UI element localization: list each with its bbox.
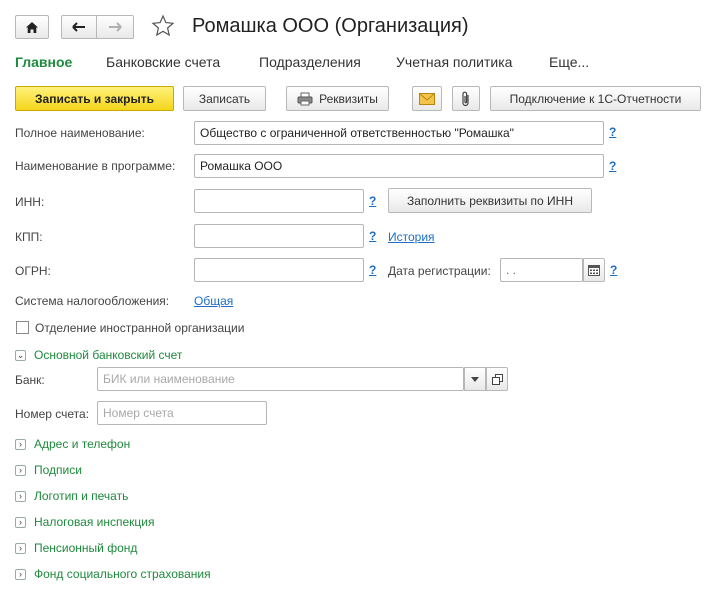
full-name-field[interactable]: Общество с ограниченной ответственностью… xyxy=(194,121,604,145)
tab-accounting-policy[interactable]: Учетная политика xyxy=(396,54,512,70)
registration-date-label: Дата регистрации: xyxy=(388,264,491,278)
account-number-input[interactable]: Номер счета xyxy=(97,401,267,425)
section-logo-stamp[interactable]: › Логотип и печать xyxy=(15,489,128,503)
kpp-label: КПП: xyxy=(15,230,43,244)
inn-help[interactable]: ? xyxy=(369,194,376,208)
section-social-insurance[interactable]: › Фонд социального страхования xyxy=(15,567,211,581)
chevron-down-icon: ⌄ xyxy=(15,349,26,361)
program-name-field[interactable]: Ромашка ООО xyxy=(194,154,604,178)
favorite-star-icon[interactable] xyxy=(151,14,175,41)
calendar-icon xyxy=(588,264,600,276)
connect-1c-reporting-button[interactable]: Подключение к 1С-Отчетности xyxy=(490,86,701,111)
inn-label: ИНН: xyxy=(15,195,45,209)
printer-icon xyxy=(297,92,313,105)
open-window-icon xyxy=(491,373,503,385)
ogrn-field[interactable] xyxy=(194,258,364,282)
section-tax-inspection[interactable]: › Налоговая инспекция xyxy=(15,515,155,529)
history-link[interactable]: История xyxy=(388,230,435,244)
tab-subdivisions[interactable]: Подразделения xyxy=(259,54,361,70)
section-title: Логотип и печать xyxy=(34,489,129,503)
tax-system-link[interactable]: Общая xyxy=(194,294,233,308)
kpp-field[interactable] xyxy=(194,224,364,248)
tab-bank-accounts[interactable]: Банковские счета xyxy=(106,54,220,70)
section-title: Адрес и телефон xyxy=(34,437,131,451)
back-button[interactable] xyxy=(61,15,96,39)
section-title: Пенсионный фонд xyxy=(34,541,138,555)
chevron-right-icon: › xyxy=(15,464,26,476)
page-title: Ромашка ООО (Организация) xyxy=(192,15,469,37)
arrow-right-icon xyxy=(109,22,122,32)
section-title: Фонд социального страхования xyxy=(34,567,211,581)
paperclip-icon xyxy=(462,91,469,106)
calendar-button[interactable] xyxy=(583,258,605,282)
section-pension-fund[interactable]: › Пенсионный фонд xyxy=(15,541,137,555)
tax-system-label: Система налогообложения: xyxy=(15,294,170,308)
program-name-help[interactable]: ? xyxy=(609,159,616,173)
ogrn-label: ОГРН: xyxy=(15,264,51,278)
save-and-close-button[interactable]: Записать и закрыть xyxy=(15,86,174,111)
bank-label: Банк: xyxy=(15,373,45,387)
tab-main[interactable]: Главное xyxy=(15,54,72,70)
bank-dropdown-button[interactable] xyxy=(464,367,486,391)
section-title: Подписи xyxy=(34,463,82,477)
section-title: Налоговая инспекция xyxy=(34,515,155,529)
fill-by-inn-button[interactable]: Заполнить реквизиты по ИНН xyxy=(388,188,592,213)
chevron-right-icon: › xyxy=(15,542,26,554)
home-icon xyxy=(26,21,38,33)
full-name-help[interactable]: ? xyxy=(609,125,616,139)
registration-date-field[interactable]: . . xyxy=(500,258,583,282)
chevron-right-icon: › xyxy=(15,568,26,580)
chevron-right-icon: › xyxy=(15,438,26,450)
full-name-label: Полное наименование: xyxy=(15,126,145,140)
program-name-label: Наименование в программе: xyxy=(15,159,176,173)
foreign-branch-label: Отделение иностранной организации xyxy=(35,321,245,335)
foreign-branch-checkbox[interactable] xyxy=(16,321,29,334)
requisites-button[interactable]: Реквизиты xyxy=(286,86,389,111)
section-address-phone[interactable]: › Адрес и телефон xyxy=(15,437,130,451)
dropdown-arrow-icon xyxy=(471,376,479,382)
ogrn-help[interactable]: ? xyxy=(369,263,376,277)
bank-input[interactable]: БИК или наименование xyxy=(97,367,464,391)
tab-more[interactable]: Еще... xyxy=(549,54,589,70)
arrow-left-icon xyxy=(72,22,85,32)
account-number-label: Номер счета: xyxy=(15,407,90,421)
kpp-help[interactable]: ? xyxy=(369,229,376,243)
attach-button[interactable] xyxy=(452,86,480,111)
envelope-icon xyxy=(419,92,435,105)
inn-field[interactable] xyxy=(194,189,364,213)
home-button[interactable] xyxy=(15,15,49,39)
email-button[interactable] xyxy=(412,86,442,111)
bank-section-header[interactable]: ⌄ Основной банковский счет xyxy=(15,348,182,362)
save-button[interactable]: Записать xyxy=(183,86,266,111)
forward-button[interactable] xyxy=(96,15,134,39)
chevron-right-icon: › xyxy=(15,516,26,528)
section-signatures[interactable]: › Подписи xyxy=(15,463,82,477)
chevron-right-icon: › xyxy=(15,490,26,502)
bank-open-button[interactable] xyxy=(486,367,508,391)
bank-section-title: Основной банковский счет xyxy=(34,348,183,362)
requisites-label: Реквизиты xyxy=(319,91,378,106)
registration-date-help[interactable]: ? xyxy=(610,263,617,277)
